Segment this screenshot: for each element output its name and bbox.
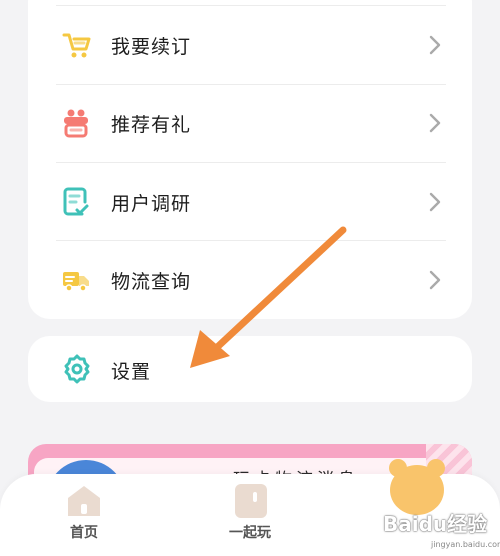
chevron-right-icon [429, 113, 441, 133]
delivery-truck-icon [63, 272, 89, 292]
menu-item-label: 物流查询 [111, 270, 192, 293]
tab-label: 首页 [70, 525, 98, 541]
tab-home[interactable]: 首页 [29, 474, 139, 556]
settings-label: 设置 [111, 361, 152, 383]
menu-card: 我要续订 推荐有礼 用户调研 物流查询 [28, 0, 472, 319]
chevron-right-icon [429, 35, 441, 55]
tab-play-together[interactable]: 一起玩 [195, 474, 305, 556]
survey-icon [63, 187, 89, 216]
watermark-url: jingyan.baidu.com [431, 540, 500, 549]
menu-item-label: 推荐有礼 [111, 113, 192, 136]
menu-item-label: 用户调研 [111, 192, 192, 215]
baidu-watermark: Baidu经验 jingyan.baidu.com [383, 508, 500, 554]
renew-cart-icon [62, 33, 91, 58]
home-icon [68, 486, 100, 516]
menu-item-referral[interactable]: 推荐有礼 [28, 84, 472, 162]
watermark-brand: Baidu经验 [383, 512, 488, 536]
menu-item-logistics[interactable]: 物流查询 [28, 241, 472, 319]
menu-item-label: 我要续订 [111, 35, 192, 58]
play-together-icon [235, 484, 267, 518]
menu-item-renew[interactable]: 我要续订 [28, 6, 472, 84]
gear-icon [64, 354, 90, 384]
menu-item-survey[interactable]: 用户调研 [28, 163, 472, 241]
chevron-right-icon [429, 270, 441, 290]
settings-card: 设置 [28, 336, 472, 402]
chevron-right-icon [429, 192, 441, 212]
tab-label: 一起玩 [229, 525, 271, 541]
gift-icon [64, 109, 88, 138]
settings-item[interactable]: 设置 [28, 336, 472, 402]
